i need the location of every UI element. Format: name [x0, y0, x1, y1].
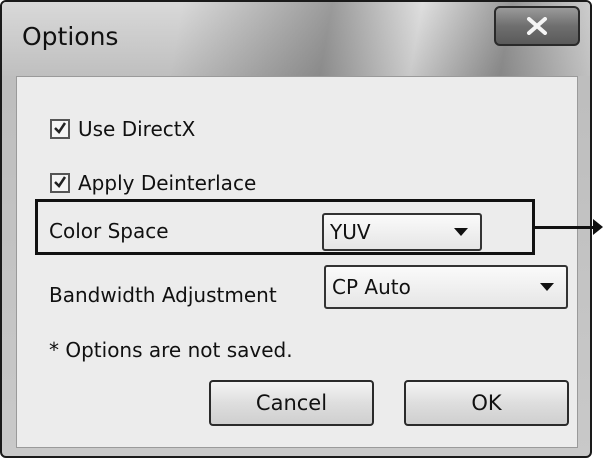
apply-deinterlace-checkbox[interactable] — [50, 173, 70, 193]
close-button[interactable] — [494, 6, 580, 46]
window-title: Options — [22, 22, 119, 51]
bandwidth-select[interactable]: CP Auto — [324, 265, 568, 309]
callout-line — [535, 226, 597, 229]
use-directx-label: Use DirectX — [78, 117, 196, 141]
ok-button[interactable]: OK — [404, 380, 569, 426]
bandwidth-value: CP Auto — [332, 275, 411, 299]
cancel-button[interactable]: Cancel — [209, 380, 374, 426]
checkmark-icon — [53, 120, 67, 139]
close-icon — [526, 17, 548, 35]
title-bar: Options — [2, 2, 590, 76]
apply-deinterlace-label: Apply Deinterlace — [78, 171, 257, 195]
use-directx-option[interactable]: Use DirectX — [50, 117, 195, 141]
arrow-right-icon — [593, 219, 603, 235]
options-note: * Options are not saved. — [49, 338, 293, 362]
bandwidth-label: Bandwidth Adjustment — [49, 283, 277, 307]
chevron-down-icon — [540, 283, 554, 291]
apply-deinterlace-option[interactable]: Apply Deinterlace — [50, 171, 256, 195]
checkmark-icon — [53, 174, 67, 193]
color-space-highlight-box — [35, 199, 535, 255]
use-directx-checkbox[interactable] — [50, 119, 70, 139]
